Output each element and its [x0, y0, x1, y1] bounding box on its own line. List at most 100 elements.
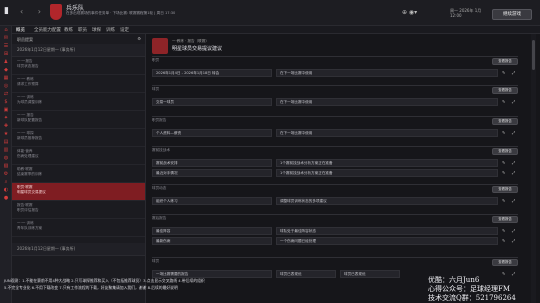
- expand-icon[interactable]: ⤢: [512, 238, 515, 243]
- section-divider: [152, 116, 518, 117]
- edit-icon[interactable]: ✎: [502, 70, 505, 75]
- nav-arrows[interactable]: ‹ ›: [20, 7, 47, 16]
- scrollbar-thumb[interactable]: [532, 40, 535, 70]
- caption-right-3: 技术交流Q群：521796264: [428, 294, 516, 302]
- sidebar-item[interactable]: 职员·联赛 明星球员交易提议: [12, 183, 145, 201]
- expand-icon[interactable]: ⤢: [512, 130, 515, 135]
- news-icon[interactable]: ▧: [0, 162, 12, 170]
- edit-icon[interactable]: ✎: [502, 99, 505, 104]
- tab-settings[interactable]: 设定: [120, 27, 129, 33]
- tab-staff[interactable]: 职员: [78, 27, 87, 33]
- proposal-section: 职员报告 查看报告 个人资料—薪资 在下一场比赛中使用 ✎ ⤢: [152, 116, 530, 146]
- finance-icon[interactable]: $: [0, 98, 12, 106]
- sidebar-item-title: 伤病处理建议: [17, 154, 39, 158]
- view-report-button[interactable]: 查看报告: [492, 118, 518, 125]
- sidebar-item[interactable]: 报告·联赛 职员评估报告: [12, 201, 145, 219]
- staff-icon[interactable]: ♟: [0, 58, 12, 66]
- tactics-icon[interactable]: ⊞: [0, 50, 12, 58]
- sidebar-item[interactable]: 体能·营养 伤病处理建议: [12, 147, 145, 165]
- row-right-value-2[interactable]: 一个伤病问题已经处理: [276, 237, 498, 245]
- row-left-value[interactable]: 个人资料—薪资: [152, 129, 272, 137]
- club-info-icon[interactable]: ▣: [0, 106, 12, 114]
- row-left-value-2[interactable]: 最近对手情况: [152, 169, 272, 177]
- row-left-value[interactable]: 2026年1月4日 - 2026年1月18日 转会: [152, 69, 272, 77]
- edit-icon[interactable]: ✎: [502, 238, 505, 243]
- report-icon[interactable]: ▤: [0, 138, 12, 146]
- transfers-icon[interactable]: ⇄: [0, 90, 12, 98]
- view-report-button[interactable]: 查看报告: [492, 216, 518, 223]
- expand-icon[interactable]: ⤢: [512, 170, 515, 175]
- world-icon[interactable]: ◍: [0, 154, 12, 162]
- competition-icon[interactable]: ★: [0, 130, 12, 138]
- sidebar-item-title: 青年队训练方案: [17, 226, 43, 230]
- expand-icon[interactable]: ⤢: [512, 160, 515, 165]
- view-report-button[interactable]: 查看报告: [492, 87, 518, 94]
- main-panel: 一·教练 · 报告（联赛） 明星球员交易提议建议 职员 查看报告 2026年1月4日…: [146, 34, 530, 303]
- chat-icon[interactable]: ◐: [0, 186, 12, 194]
- row-left-value[interactable]: 交易一球员: [152, 98, 272, 106]
- section-divider: [152, 56, 518, 57]
- sidebar-item-title: 职员评估报告: [17, 208, 39, 212]
- data-icon[interactable]: ▥: [0, 146, 12, 154]
- row-left-value[interactable]: 组织个人练习: [152, 197, 272, 205]
- sidebar-item[interactable]: 一·一 报告 新球队配置报告: [12, 111, 145, 129]
- main-scrollbar[interactable]: [531, 34, 536, 303]
- caption-line-1: JUN观测：1.不能在赛前不用4种大战略 2.只写球探推荐和买入（不包括推荐球员…: [4, 278, 205, 283]
- proposal-category: 一·教练 · 报告（联赛）: [172, 39, 209, 43]
- edit-icon[interactable]: ✎: [502, 130, 505, 135]
- row-right-value[interactable]: 在下一场比赛中使用: [276, 98, 498, 106]
- club-badge-icon[interactable]: [50, 4, 62, 20]
- row-right-value[interactable]: 在下一场比赛中使用: [276, 129, 498, 137]
- row-right-value-2[interactable]: 1个赛前技战术分析方案正在准备: [276, 169, 498, 177]
- view-report-button[interactable]: 查看报告: [492, 186, 518, 193]
- row-right-value[interactable]: 1个赛前技战术分析方案正在准备: [276, 159, 498, 167]
- row-left-value[interactable]: 赛前战术安排: [152, 159, 272, 167]
- row-right-value[interactable]: 调整球员训练状态的多项建议: [276, 197, 498, 205]
- continue-button[interactable]: 继续游戏: [492, 9, 532, 20]
- app-logo-icon[interactable]: ▮: [4, 6, 14, 20]
- sidebar-item-title: 结束赛季的训练: [17, 172, 43, 176]
- home-icon[interactable]: ⌂: [0, 26, 12, 34]
- scouting-icon[interactable]: ◎: [0, 82, 12, 90]
- sidebar-item[interactable]: 一·一 球探 新球员推荐报告: [12, 129, 145, 147]
- sidebar-item[interactable]: 一·一 教练 请求工作预算: [12, 75, 145, 93]
- expand-icon[interactable]: ⤢: [512, 70, 515, 75]
- profile-icon[interactable]: ●: [0, 194, 12, 202]
- tab-training[interactable]: 训练: [106, 27, 115, 33]
- sidebar-item[interactable]: 一·一 训练 为球员调整训练: [12, 93, 145, 111]
- inbox-icon[interactable]: ✉: [0, 34, 12, 42]
- sidebar-item[interactable]: 助教·联赛 结束赛季的训练: [12, 165, 145, 183]
- sidebar-group-header: 2026年1月12日星期一 (事务所): [12, 243, 145, 256]
- edit-icon[interactable]: ✎: [502, 170, 505, 175]
- row-right-value[interactable]: 球队处于最佳阵容状态: [276, 227, 498, 235]
- tab-coaches[interactable]: 教练: [64, 27, 73, 33]
- medical-icon[interactable]: ✚: [0, 122, 12, 130]
- edit-icon[interactable]: ✎: [502, 160, 505, 165]
- view-report-button[interactable]: 查看报告: [492, 148, 518, 155]
- settings-icon[interactable]: ⚙: [0, 170, 12, 178]
- expand-icon[interactable]: ⤢: [512, 198, 515, 203]
- search-icon[interactable]: ⌕: [0, 178, 12, 186]
- schedule-icon[interactable]: ▦: [0, 74, 12, 82]
- edit-icon[interactable]: ✎: [502, 198, 505, 203]
- row-right-value[interactable]: 在下一场比赛中使用: [276, 69, 498, 77]
- sidebar-item[interactable]: 一·一报告 球员状态报告: [12, 57, 145, 75]
- row-left-value[interactable]: 最佳阵容: [152, 227, 272, 235]
- sidebar-options-icon[interactable]: ⚙: [137, 36, 141, 41]
- edit-icon[interactable]: ✎: [502, 228, 505, 233]
- training-icon[interactable]: ◆: [0, 66, 12, 74]
- proposal-section: 赛前技战术 查看报告 赛前战术安排 1个赛前技战术分析方案正在准备 ✎ ⤢ 最近对手情况 1个…: [152, 146, 530, 177]
- sidebar-group-header: 2026年1月12日星期一 (事务所): [12, 44, 145, 57]
- tab-team-ability[interactable]: 全员能力配置: [34, 27, 61, 33]
- expand-icon[interactable]: ⤢: [512, 228, 515, 233]
- view-report-button[interactable]: 查看报告: [492, 58, 518, 65]
- section-label: 球员: [152, 87, 160, 91]
- row-left-value-2[interactable]: 最新伤病: [152, 237, 272, 245]
- top-utility-icons[interactable]: ⊕ ◉▾: [402, 9, 417, 16]
- expand-icon[interactable]: ⤢: [512, 99, 515, 104]
- squad-icon[interactable]: ☰: [0, 42, 12, 50]
- sidebar-item[interactable]: 一·一 训练 青年队训练方案: [12, 219, 145, 237]
- tab-overview[interactable]: 概览: [16, 27, 25, 33]
- tab-scouts[interactable]: 球探: [92, 27, 101, 33]
- youth-icon[interactable]: ✦: [0, 114, 12, 122]
